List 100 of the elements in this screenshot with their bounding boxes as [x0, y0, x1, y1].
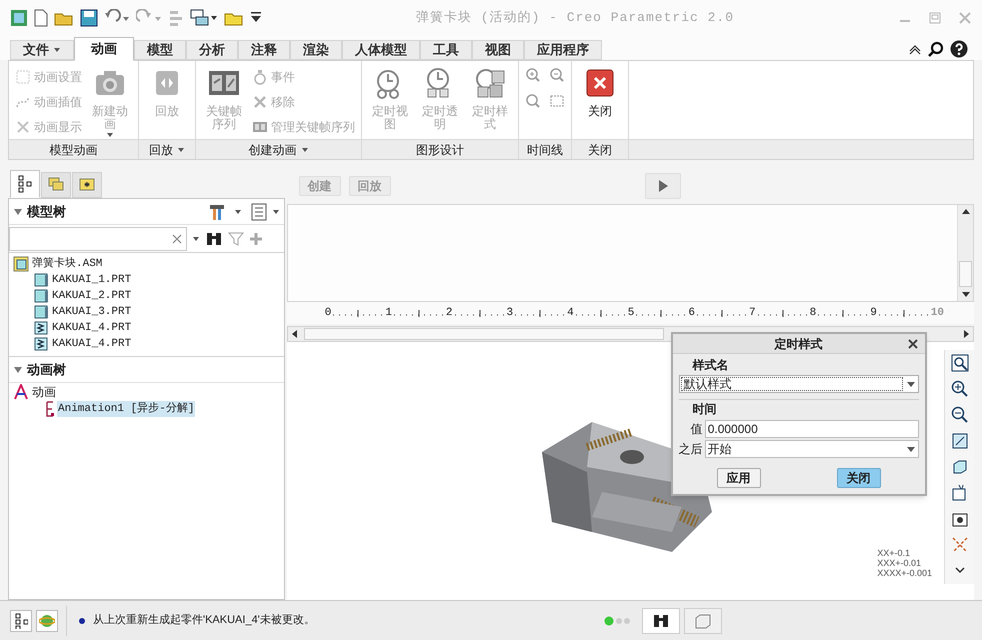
collapse-icon[interactable]	[13, 206, 23, 216]
repaint-icon[interactable]	[950, 432, 968, 450]
scroll-thumb[interactable]	[959, 261, 972, 287]
ribbon-tab[interactable]: 渲染	[290, 40, 342, 60]
clock-cubes-icon	[474, 67, 506, 99]
search-icon[interactable]	[928, 41, 944, 57]
style-dropdown[interactable]: 默认样式	[678, 375, 919, 393]
caret-icon[interactable]	[177, 146, 185, 154]
caret-icon[interactable]	[234, 208, 242, 216]
tree-item[interactable]: 动画	[31, 383, 57, 401]
tree-toggle-button[interactable]	[10, 610, 32, 632]
caret-icon[interactable]	[272, 208, 280, 216]
group-label: 图形设计	[416, 142, 464, 158]
spring-part-icon	[33, 336, 49, 352]
caret-icon[interactable]	[300, 146, 308, 154]
tolerance-label: XXXX+-0.001	[877, 568, 932, 578]
ruler-ticks-icon	[758, 309, 808, 317]
ribbon-tab[interactable]: 人体模型	[342, 40, 420, 60]
tree-item[interactable]: 弹簧卡块.ASM	[32, 256, 102, 272]
film-strip-icon	[252, 119, 268, 135]
windows-icon[interactable]	[190, 9, 218, 27]
group-label: 创建动画	[248, 142, 296, 158]
tree-item[interactable]: KAKUAI_1.PRT	[52, 272, 132, 288]
ruler-ticks-icon	[576, 309, 626, 317]
ribbon-tab[interactable]: 模型	[134, 40, 186, 60]
value-field[interactable]: 0.000000	[704, 420, 919, 438]
play-button[interactable]	[644, 173, 681, 199]
tree-structure-icon	[14, 612, 28, 628]
ruler-label: 0	[324, 306, 332, 321]
ruler-label: 8	[810, 306, 816, 321]
tree-item[interactable]: KAKUAI_4.PRT	[52, 320, 132, 336]
ruler-label: 1	[385, 306, 392, 321]
zoom-in-icon[interactable]	[950, 380, 968, 398]
panel-title: 模型树	[27, 202, 66, 221]
cross-tool-icon	[15, 119, 31, 135]
zoom-out-icon[interactable]	[950, 406, 968, 424]
tree-item[interactable]: KAKUAI_3.PRT	[52, 304, 132, 320]
cube-icon[interactable]	[950, 458, 968, 476]
dialog-button[interactable]: 关闭	[836, 468, 881, 488]
tolerance-label: XXX+-0.01	[877, 558, 921, 568]
group-label: 关闭	[588, 142, 612, 158]
dotted-square-icon	[15, 69, 31, 85]
field-label: 值	[690, 421, 703, 438]
scroll-thumb[interactable]	[304, 328, 664, 340]
ruler-ticks-icon	[696, 309, 747, 317]
zoom-fit-icon[interactable]	[950, 354, 968, 372]
vertical-scrollbar[interactable]	[957, 205, 973, 301]
part-icon	[33, 304, 49, 320]
ribbon-button[interactable]: 关闭	[578, 65, 622, 118]
tree-item[interactable]: Animation1 [异步-分解]	[57, 400, 196, 418]
ruler-ticks-icon	[515, 309, 566, 317]
tree-structure-icon	[17, 175, 33, 193]
part-icon	[33, 288, 49, 304]
ribbon-tab[interactable]: 视图	[472, 40, 524, 60]
ruler-label: 3	[506, 306, 514, 321]
stopwatch-icon	[252, 69, 268, 85]
play-icon	[656, 179, 669, 193]
group-label: 时间线	[527, 142, 563, 158]
sequence-icon	[45, 401, 55, 417]
binoculars-icon	[652, 612, 670, 628]
help-icon[interactable]	[950, 40, 968, 58]
dialog-button[interactable]: 应用	[716, 468, 761, 488]
binoculars-icon[interactable]	[205, 230, 223, 246]
navigator-tab[interactable]	[10, 170, 40, 198]
ruler-label: 7	[748, 306, 756, 321]
clear-icon[interactable]	[172, 234, 182, 244]
ribbon-tab[interactable]: 动画	[74, 37, 134, 61]
close-box-icon	[584, 67, 616, 99]
collapse-icon[interactable]	[13, 364, 23, 374]
ruler-label: 2	[446, 306, 453, 321]
after-dropdown[interactable]: 开始	[704, 440, 919, 458]
ribbon-tab[interactable]: 应用程序	[524, 40, 602, 60]
letter-a-icon	[13, 384, 29, 400]
ruler-label: 4	[567, 306, 574, 321]
ruler-ticks-icon	[636, 309, 686, 317]
caret-icon[interactable]	[192, 234, 200, 242]
assembly-icon	[13, 256, 29, 272]
tree-item[interactable]: KAKUAI_2.PRT	[52, 288, 132, 304]
ribbon-tab[interactable]: 文件	[10, 40, 74, 60]
field-label: 之后	[678, 441, 703, 458]
close-icon[interactable]	[906, 338, 919, 350]
ribbon-tab[interactable]: 工具	[420, 40, 472, 60]
ruler-ticks-icon	[333, 309, 384, 317]
cross-icon	[252, 94, 268, 110]
browser-toggle-button[interactable]	[36, 610, 58, 632]
datum-display-icon[interactable]	[950, 536, 968, 554]
panel-title: 动画树	[27, 360, 66, 379]
list-icon[interactable]	[250, 202, 268, 220]
annotation-display-icon[interactable]	[950, 484, 968, 502]
ruler-label: 9	[870, 306, 877, 321]
tolerance-label: XX+-0.1	[877, 548, 910, 558]
ribbon-tab[interactable]: 分析	[186, 40, 238, 60]
tree-item[interactable]: KAKUAI_4.PRT	[52, 336, 132, 352]
globe-icon	[39, 612, 55, 628]
save-icon[interactable]	[80, 9, 98, 27]
find-button[interactable]	[642, 608, 680, 634]
new-file-icon[interactable]	[34, 9, 48, 27]
ribbon-tab[interactable]: 注释	[238, 40, 290, 60]
search-field[interactable]	[9, 226, 187, 250]
ruler-ticks-icon	[818, 309, 868, 317]
